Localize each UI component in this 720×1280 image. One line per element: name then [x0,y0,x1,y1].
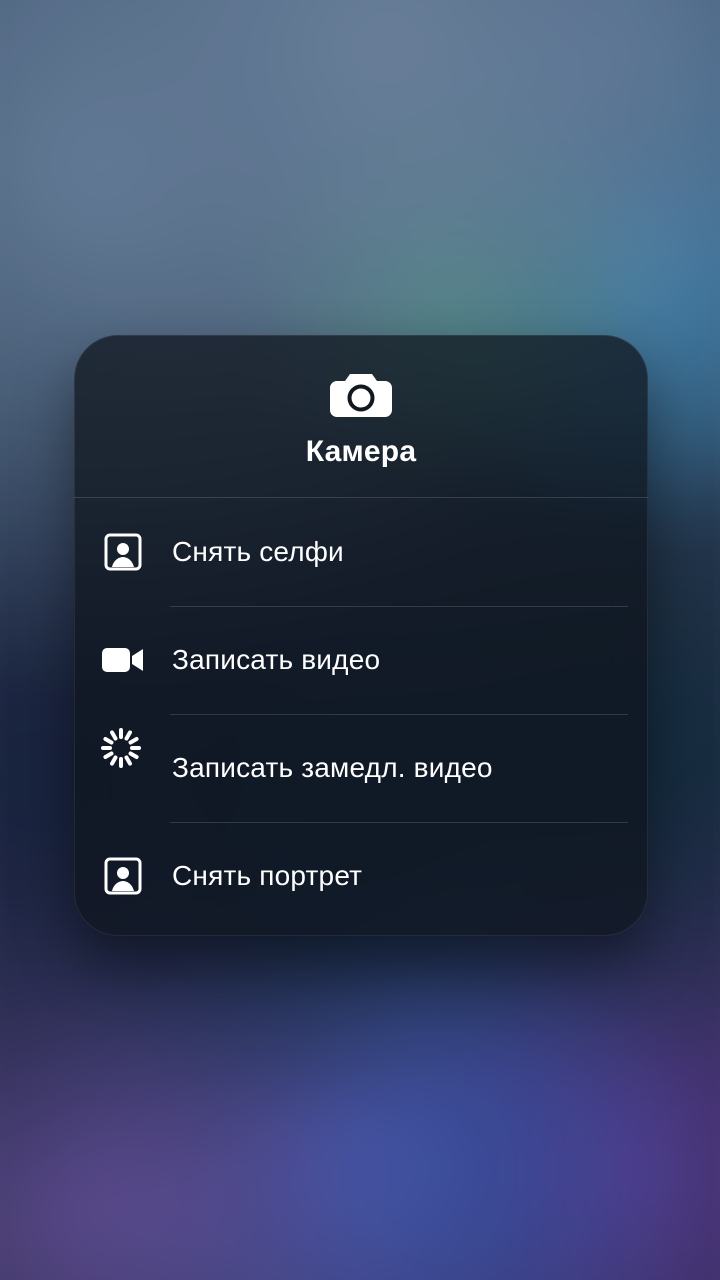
camera-quick-actions-platter: Камера Снять селфи Записать видео [74,335,648,936]
selfie-icon [100,533,146,571]
action-label: Записать видео [172,644,380,676]
platter-header: Камера [74,335,648,498]
slomo-icon: .spinner span{ transform-origin: 50% 20p… [100,748,146,788]
action-label: Записать замедл. видео [172,752,493,784]
video-icon [100,645,146,675]
action-record-video[interactable]: Записать видео [74,606,648,714]
action-label: Снять портрет [172,860,362,892]
action-take-portrait[interactable]: Снять портрет [74,822,648,930]
camera-icon [94,369,628,419]
platter-title: Камера [94,435,628,469]
action-label: Снять селфи [172,536,344,568]
action-take-selfie[interactable]: Снять селфи [74,498,648,606]
portrait-icon [100,857,146,895]
actions-list: Снять селфи Записать видео [74,498,648,936]
action-record-slomo[interactable]: .spinner span{ transform-origin: 50% 20p… [74,714,648,822]
